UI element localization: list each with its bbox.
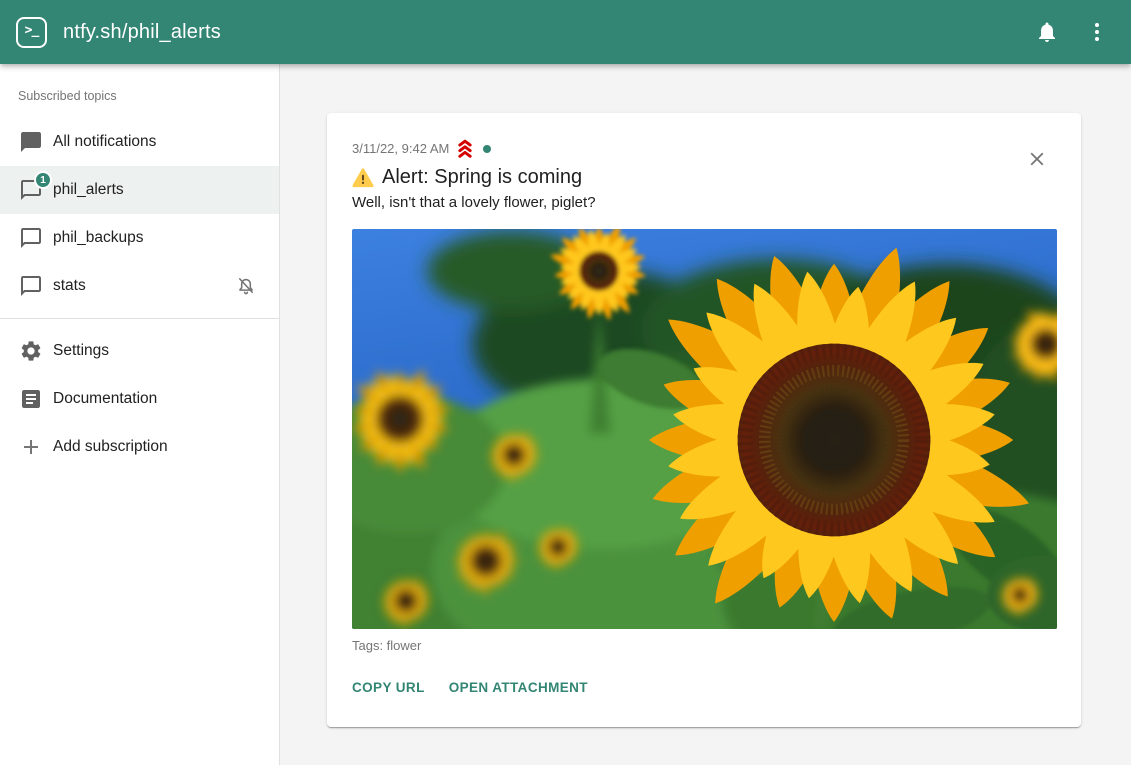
notification-card: 3/11/22, 9:42 AM Alert: Spring is coming… (327, 113, 1081, 727)
attachment-image[interactable] (352, 229, 1057, 629)
sidebar-item-label: Add subscription (53, 438, 168, 456)
notification-actions: COPY URL OPEN ATTACHMENT (352, 674, 1057, 701)
sidebar-item-stats[interactable]: stats (0, 262, 279, 310)
notification-title-row: Alert: Spring is coming (352, 166, 1057, 189)
chat-bubble-outline-icon: 1 (19, 178, 43, 202)
document-icon (19, 387, 43, 411)
logo-glyph: >_ (25, 23, 39, 38)
notifications-bell-button[interactable] (1027, 12, 1067, 52)
ntfy-app: >_ ntfy.sh/phil_alerts Subscribed topics… (0, 0, 1131, 765)
close-icon (1026, 148, 1048, 170)
sidebar-item-phil-backups[interactable]: phil_backups (0, 214, 279, 262)
plus-icon (19, 435, 43, 459)
chat-bubble-filled-icon (19, 130, 43, 154)
notifications-off-icon (235, 275, 257, 297)
sidebar-item-label: All notifications (53, 133, 156, 151)
warning-triangle-icon (352, 167, 374, 189)
ntfy-logo-icon: >_ (16, 17, 47, 48)
sidebar-divider (0, 318, 279, 319)
main-content: 3/11/22, 9:42 AM Alert: Spring is coming… (280, 64, 1131, 765)
sidebar-item-add-subscription[interactable]: Add subscription (0, 423, 279, 471)
sidebar: Subscribed topics All notifications 1 ph… (0, 64, 280, 765)
sidebar-item-label: Documentation (53, 390, 157, 408)
priority-max-icon (454, 139, 476, 158)
notification-tags: Tags: flower (352, 638, 1057, 653)
sidebar-item-label: phil_alerts (53, 181, 124, 199)
notification-body: Well, isn't that a lovely flower, piglet… (352, 194, 1057, 211)
overflow-menu-button[interactable] (1077, 12, 1117, 52)
sidebar-item-settings[interactable]: Settings (0, 327, 279, 375)
copy-url-button[interactable]: COPY URL (346, 674, 431, 701)
unread-dot (483, 145, 491, 153)
sidebar-item-label: stats (53, 277, 86, 295)
bell-icon (1035, 20, 1059, 44)
notification-meta: 3/11/22, 9:42 AM (352, 139, 1057, 158)
kebab-menu-icon (1085, 20, 1109, 44)
sidebar-item-documentation[interactable]: Documentation (0, 375, 279, 423)
sidebar-item-label: Settings (53, 342, 109, 360)
app-bar: >_ ntfy.sh/phil_alerts (0, 0, 1131, 64)
subscribed-topics-label: Subscribed topics (18, 89, 279, 103)
notification-timestamp: 3/11/22, 9:42 AM (352, 141, 449, 156)
open-attachment-button[interactable]: OPEN ATTACHMENT (443, 674, 594, 701)
chat-bubble-outline-icon (19, 226, 43, 250)
notification-title: Alert: Spring is coming (382, 166, 582, 189)
unread-count-badge: 1 (34, 171, 52, 189)
sidebar-item-all-notifications[interactable]: All notifications (0, 118, 279, 166)
sidebar-item-label: phil_backups (53, 229, 143, 247)
page-title: ntfy.sh/phil_alerts (63, 21, 1027, 44)
chat-bubble-outline-icon (19, 274, 43, 298)
sidebar-item-phil-alerts[interactable]: 1 phil_alerts (0, 166, 279, 214)
close-notification-button[interactable] (1017, 139, 1057, 179)
gear-icon (19, 339, 43, 363)
